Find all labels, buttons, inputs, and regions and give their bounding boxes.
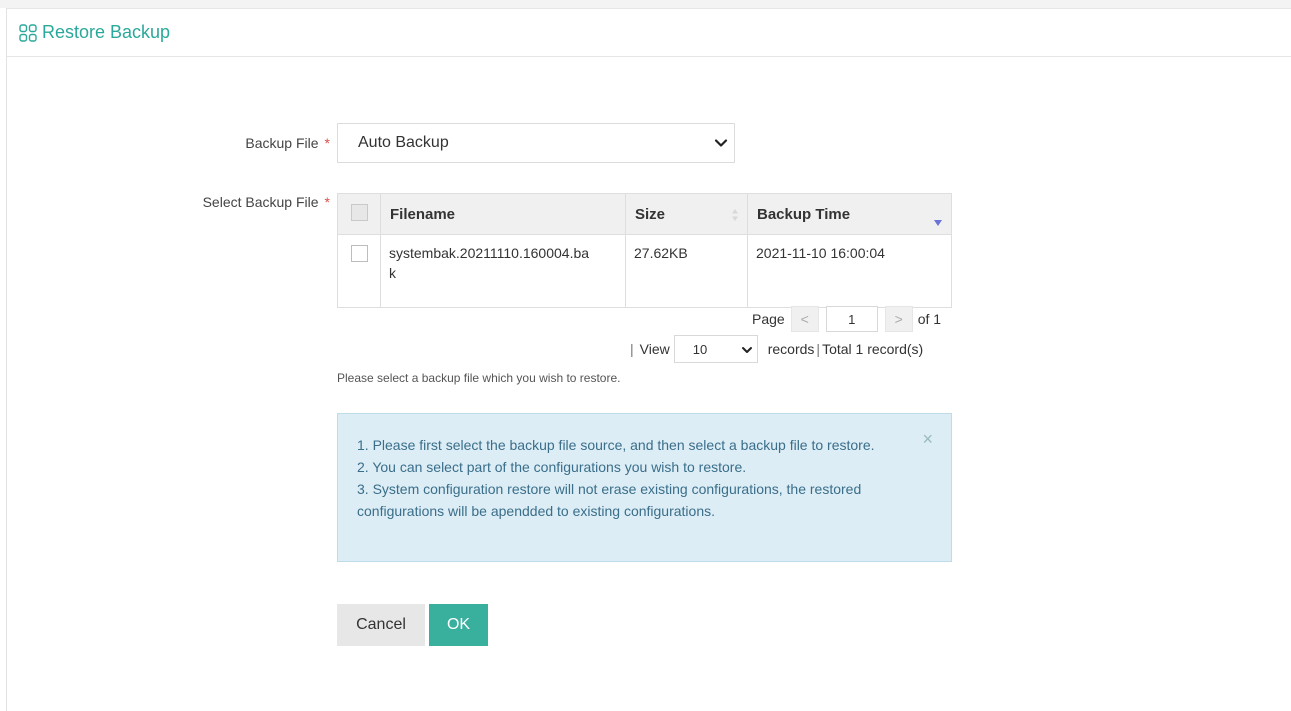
page-title: Restore Backup	[42, 22, 171, 42]
next-page-glyph: >	[894, 311, 903, 327]
info-line-2: 2. You can select part of the configurat…	[357, 459, 747, 475]
row-checkbox[interactable]	[350, 245, 368, 262]
column-size-label: Size	[635, 205, 666, 223]
per-page-select[interactable]: 10	[673, 335, 758, 363]
select-all-checkbox[interactable]	[350, 203, 368, 221]
close-icon[interactable]: ×	[922, 428, 933, 450]
column-header-size[interactable]: Size	[625, 193, 748, 235]
cancel-button[interactable]: Cancel	[337, 604, 425, 646]
column-header-filename[interactable]: Filename	[380, 193, 626, 235]
size-cell: 27.62KB	[625, 234, 748, 308]
records-label: records	[767, 341, 815, 357]
table-header-row: Filename Size Backup Time	[337, 193, 952, 235]
pager: Page < > of 1	[752, 306, 941, 332]
select-all-cell	[337, 193, 381, 235]
pager-separator: |	[816, 341, 821, 357]
view-label: View	[639, 341, 670, 357]
backup-time-text: 2021-11-10 16:00:04	[756, 245, 885, 261]
required-mark: *	[324, 194, 330, 210]
page-number-input[interactable]	[825, 306, 878, 332]
hint-text: Please select a backup file which you wi…	[337, 371, 621, 385]
backup-file-label-text: Backup File	[245, 135, 319, 151]
info-line-1: 1. Please first select the backup file s…	[357, 437, 875, 453]
backup-file-select[interactable]: Auto Backup	[337, 123, 735, 163]
sort-icon	[731, 208, 739, 226]
size-text: 27.62KB	[634, 245, 688, 261]
backup-time-cell: 2021-11-10 16:00:04	[747, 234, 952, 308]
info-line-3: 3. System configuration restore will not…	[357, 481, 862, 519]
pager-records: | View 10 records | Total 1 record(s)	[630, 335, 923, 363]
per-page-value: 10	[692, 341, 708, 357]
page-label: Page	[752, 311, 785, 327]
sort-desc-icon	[933, 214, 943, 231]
panel-header: Restore Backup	[7, 9, 1291, 57]
top-strip	[0, 0, 1291, 8]
chevron-down-icon	[741, 344, 753, 359]
required-mark: *	[324, 135, 330, 151]
backup-file-select-value: Auto Backup	[358, 134, 449, 151]
filename-text-wrap: k	[389, 265, 396, 281]
ok-button[interactable]: OK	[429, 604, 488, 646]
filename-cell: systembak.20211110.160004.ba k	[380, 234, 626, 308]
select-backup-file-label: Select Backup File *	[130, 194, 330, 210]
row-select-cell	[337, 234, 381, 308]
select-backup-file-label-text: Select Backup File	[202, 194, 319, 210]
page-total-label: of 1	[917, 311, 942, 327]
info-alert: × 1. Please first select the backup file…	[337, 413, 952, 562]
total-records-label: Total 1 record(s)	[822, 341, 924, 357]
column-filename-label: Filename	[390, 205, 456, 223]
prev-page-button[interactable]: <	[790, 306, 819, 332]
prev-page-glyph: <	[800, 311, 809, 327]
pager-separator: |	[630, 341, 634, 357]
column-header-backup-time[interactable]: Backup Time	[747, 193, 952, 235]
next-page-button[interactable]: >	[884, 306, 913, 332]
grid-icon	[19, 23, 37, 42]
chevron-down-icon	[714, 136, 728, 155]
backup-files-table: Filename Size Backup Time systembak.2021…	[337, 193, 952, 308]
table-row[interactable]: systembak.20211110.160004.ba k 27.62KB 2…	[337, 234, 952, 308]
column-backup-time-label: Backup Time	[757, 205, 851, 223]
filename-text: systembak.20211110.160004.ba	[389, 245, 590, 261]
backup-file-label: Backup File *	[180, 135, 330, 151]
